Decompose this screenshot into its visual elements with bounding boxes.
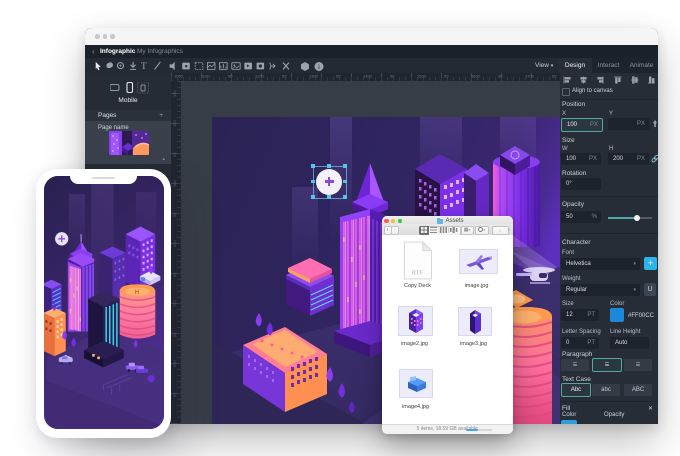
svg-text:1600: 1600 [471,74,481,79]
svg-text:1400: 1400 [363,74,373,79]
svg-text:800: 800 [172,240,177,247]
svg-text:1050: 1050 [174,74,184,79]
svg-text:50: 50 [390,74,395,79]
svg-text:50: 50 [282,74,287,79]
svg-text:50: 50 [498,74,503,79]
svg-text:50: 50 [172,152,177,157]
svg-text:900: 900 [172,180,177,187]
svg-text:i: i [318,63,320,71]
svg-text:50: 50 [172,392,177,397]
svg-text:50: 50 [172,332,177,337]
svg-text:RTF: RTF [412,269,424,276]
svg-text:1700: 1700 [525,74,535,79]
svg-text:1100: 1100 [201,74,210,79]
svg-text:1300: 1300 [309,74,319,79]
svg-text:50: 50 [172,212,177,217]
svg-text:50: 50 [552,74,557,79]
svg-text:H: H [134,289,138,296]
svg-text:100: 100 [172,120,177,127]
svg-text:50: 50 [172,272,177,277]
svg-text:50: 50 [444,74,449,79]
svg-text:600: 600 [172,360,177,367]
svg-text:50: 50 [336,74,341,79]
svg-text:1500: 1500 [417,74,427,79]
svg-text:50: 50 [228,74,233,79]
svg-text:700: 700 [172,300,177,307]
svg-text:1200: 1200 [255,74,265,79]
svg-text:T: T [141,61,147,71]
svg-text:150: 150 [172,90,177,97]
